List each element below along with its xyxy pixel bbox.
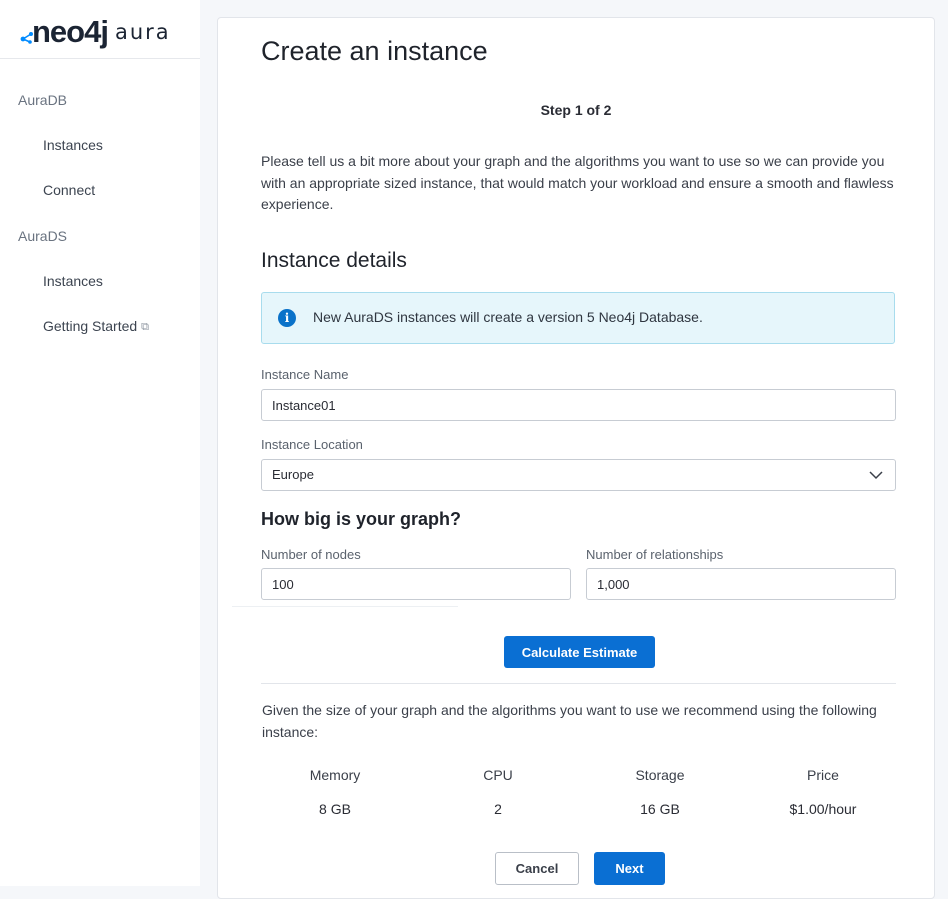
spec-cpu: CPU 2	[428, 767, 568, 817]
spec-storage: Storage 16 GB	[590, 767, 730, 817]
faint-divider	[232, 606, 458, 607]
spec-value: 8 GB	[319, 801, 351, 817]
sidebar-item-label: Getting Started	[43, 318, 138, 334]
intro-text: Please tell us a bit more about your gra…	[261, 153, 894, 212]
step-indicator: Step 1 of 2	[540, 102, 612, 118]
instance-name-label: Instance Name	[261, 367, 349, 382]
graph-size-title: How big is your graph?	[261, 509, 462, 529]
nav-group-aurads[interactable]: AuraDS	[18, 228, 67, 244]
instance-location-select[interactable]: Europe	[261, 459, 896, 491]
calculate-estimate-button[interactable]: Calculate Estimate	[504, 636, 655, 668]
create-instance-card: Create an instance Step 1 of 2 Please te…	[217, 17, 935, 899]
nodes-label: Number of nodes	[261, 547, 361, 562]
relationships-input[interactable]	[586, 568, 896, 600]
spec-label: Storage	[635, 767, 685, 783]
spec-price: Price $1.00/hour	[753, 767, 893, 817]
info-icon: i	[278, 309, 296, 327]
sidebar-item-aurads-instances[interactable]: Instances	[43, 273, 103, 289]
cancel-button[interactable]: Cancel	[495, 852, 579, 885]
chevron-down-icon	[869, 471, 883, 480]
instance-location-value: Europe	[272, 467, 314, 482]
sidebar-item-getting-started[interactable]: Getting Started ⧉	[43, 318, 149, 334]
spec-value: 2	[494, 801, 502, 817]
recommendation-text: Given the size of your graph and the alg…	[262, 702, 877, 740]
nodes-input[interactable]	[261, 568, 571, 600]
spec-memory: Memory 8 GB	[265, 767, 405, 817]
section-divider	[261, 683, 896, 684]
spec-label: Price	[807, 767, 839, 783]
next-button[interactable]: Next	[594, 852, 665, 885]
section-title-instance-details: Instance details	[261, 249, 407, 272]
spec-label: CPU	[483, 767, 513, 783]
sidebar-item-auradb-connect[interactable]: Connect	[43, 182, 95, 198]
spec-value: 16 GB	[640, 801, 680, 817]
sidebar: neo4j aura AuraDB Instances Connect Aura…	[0, 0, 200, 886]
nav-group-auradb[interactable]: AuraDB	[18, 92, 67, 108]
info-banner: i New AuraDS instances will create a ver…	[261, 292, 895, 344]
neo4j-aura-logo[interactable]: neo4j aura	[20, 14, 190, 50]
instance-name-input[interactable]	[261, 389, 896, 421]
spec-value: $1.00/hour	[789, 801, 857, 817]
info-text: New AuraDS instances will create a versi…	[313, 309, 703, 325]
page-title: Create an instance	[261, 36, 488, 66]
spec-label: Memory	[309, 767, 361, 783]
sidebar-item-auradb-instances[interactable]: Instances	[43, 137, 103, 153]
instance-location-label: Instance Location	[261, 437, 363, 452]
relationships-label: Number of relationships	[586, 547, 724, 562]
external-link-icon: ⧉	[141, 321, 150, 333]
logo-word: neo4j	[32, 14, 109, 49]
sidebar-divider	[0, 58, 200, 59]
logo-product: aura	[115, 20, 171, 44]
